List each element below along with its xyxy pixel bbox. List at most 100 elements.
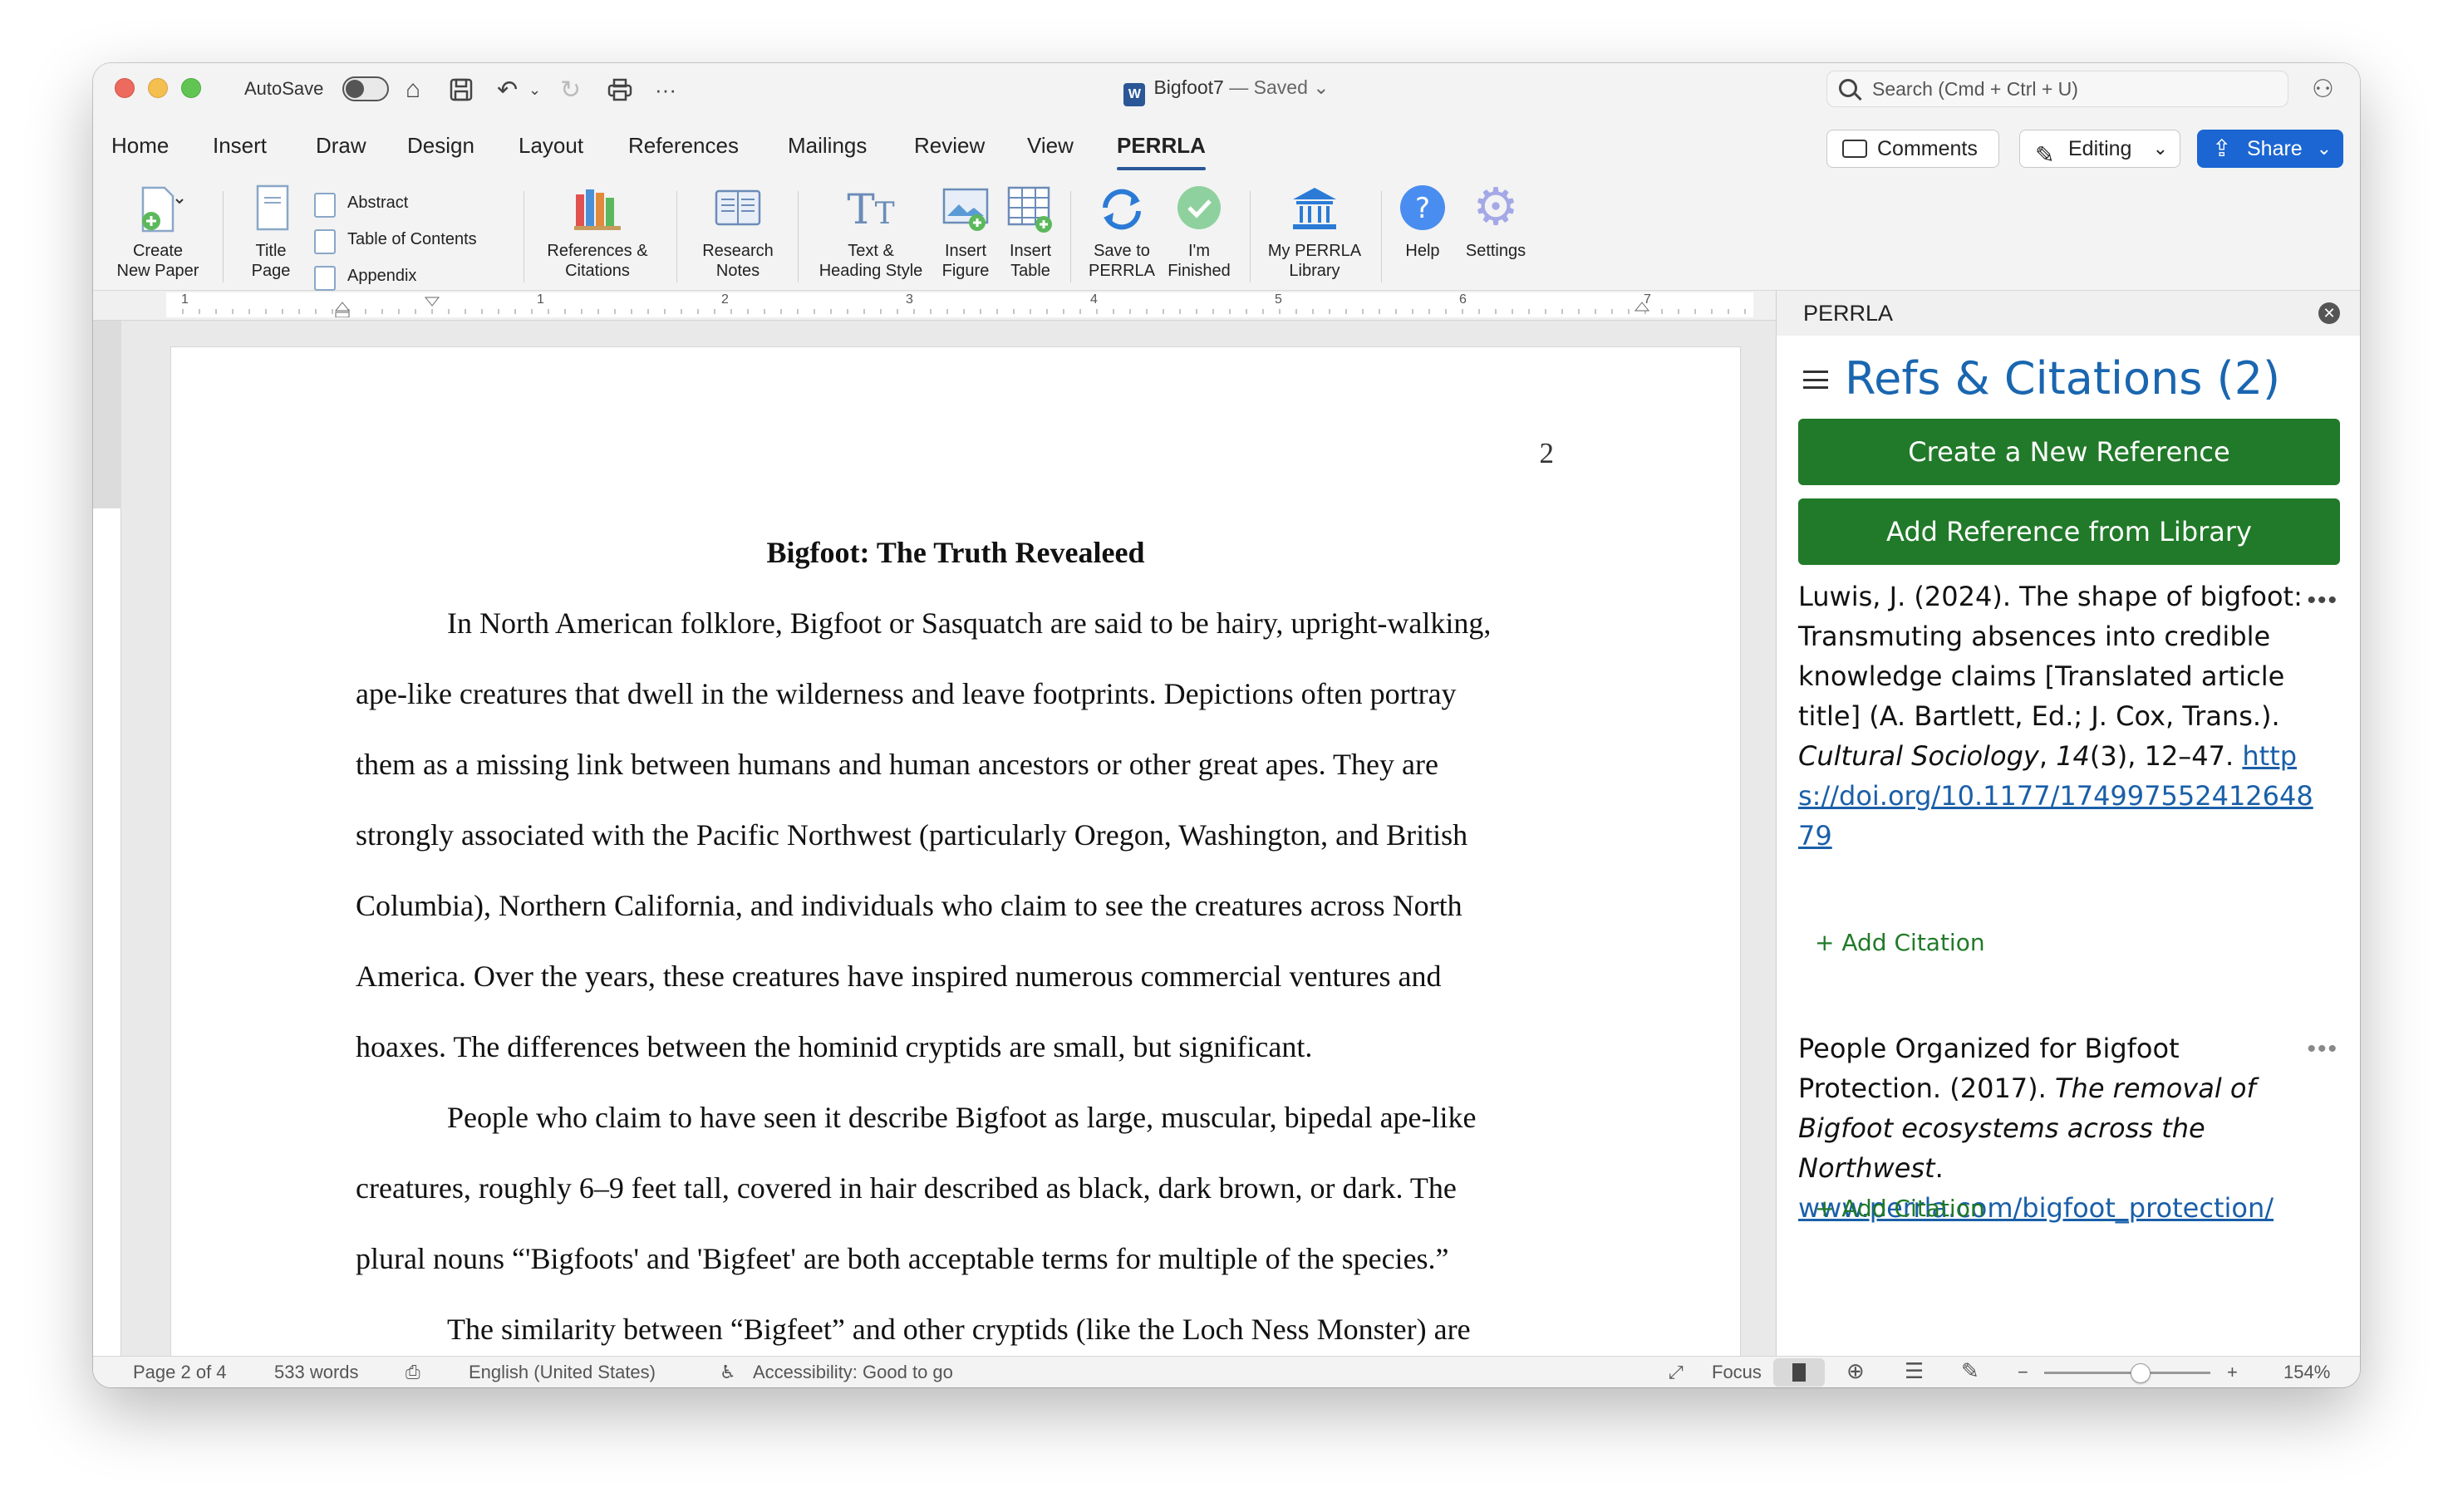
- table-of-contents-button[interactable]: Table of Contents: [312, 228, 477, 254]
- word-count[interactable]: 533 words: [274, 1362, 359, 1383]
- language-status[interactable]: English (United States): [469, 1362, 656, 1383]
- tab-references[interactable]: References: [628, 133, 739, 159]
- vertical-ruler[interactable]: [93, 321, 121, 1356]
- create-label-1: Create: [132, 242, 184, 260]
- reference-more-options-icon[interactable]: •••: [2307, 587, 2338, 615]
- document-body[interactable]: In North American folklore, Bigfoot or S…: [356, 588, 1519, 1356]
- ribbon-divider: [798, 191, 799, 282]
- reference-more-options-icon[interactable]: •••: [2307, 1035, 2338, 1063]
- create-new-paper-button[interactable]: Create New Paper: [108, 183, 208, 281]
- search-icon: [1839, 79, 1857, 97]
- im-finished-button[interactable]: I'm Finished: [1163, 183, 1235, 281]
- zoom-level[interactable]: 154%: [2283, 1362, 2330, 1383]
- focus-label[interactable]: Focus: [1712, 1362, 1762, 1383]
- account-icon[interactable]: ⚇: [2312, 75, 2334, 104]
- research-notes-button[interactable]: Research Notes: [688, 183, 788, 281]
- outline-view-icon[interactable]: ☰: [1905, 1358, 1924, 1384]
- share-button[interactable]: ⇪ Share ⌄: [2197, 130, 2343, 168]
- comments-button[interactable]: Comments: [1826, 130, 1999, 168]
- refs-label-2: Citations: [565, 262, 630, 280]
- title-bar: AutoSave ⌂ ↶ ⌄ ↻ ··· W Bigfoot7 — Saved ⌄…: [93, 63, 2360, 118]
- accessibility-status[interactable]: Accessibility: Good to go: [753, 1362, 953, 1383]
- tab-insert[interactable]: Insert: [213, 133, 267, 159]
- comment-icon: [1842, 140, 1867, 158]
- horizontal-ruler[interactable]: 1 1 2 3 4 5 6 7: [93, 291, 1776, 321]
- close-icon[interactable]: ✕: [2318, 302, 2340, 324]
- menu-tabs: Home Insert Draw Design Layout Reference…: [93, 118, 2360, 178]
- add-citation-label: Add Citation: [1841, 1195, 1985, 1222]
- abstract-button[interactable]: Abstract: [312, 191, 408, 218]
- help-button[interactable]: ? Help: [1389, 183, 1456, 261]
- web-layout-icon[interactable]: ⊕: [1846, 1358, 1865, 1384]
- share-icon: ⇪: [2212, 135, 2232, 161]
- add-citation-button[interactable]: + Add Citation: [1815, 1195, 1985, 1222]
- save-to-perrla-button[interactable]: Save to PERRLA: [1082, 183, 1162, 281]
- reference-item-1[interactable]: Luwis, J. (2024). The shape of bigfoot: …: [1798, 577, 2330, 856]
- editing-label: Editing: [2068, 137, 2132, 160]
- gear-icon: ⚙: [1472, 179, 1519, 236]
- tab-layout[interactable]: Layout: [519, 133, 583, 159]
- body-line: plural nouns “'Bigfoots' and 'Bigfeet' a…: [356, 1242, 1449, 1275]
- print-layout-view-button[interactable]: [1773, 1358, 1825, 1387]
- insert-table-button[interactable]: Insert Table: [999, 183, 1062, 281]
- ruler-number: 5: [1275, 292, 1282, 307]
- proofing-icon[interactable]: ⎙: [406, 1362, 420, 1383]
- focus-icon[interactable]: ⤢: [1669, 1362, 1684, 1383]
- tab-view[interactable]: View: [1027, 133, 1074, 159]
- appendix-button[interactable]: Appendix: [312, 264, 416, 291]
- draft-view-icon[interactable]: ✎: [1961, 1358, 1979, 1384]
- perrla-ribbon: Create New Paper Title Page Abstract Tab…: [93, 178, 2360, 291]
- reference-text: Luwis, J. (2024). The shape of bigfoot: …: [1798, 581, 2303, 732]
- accessibility-icon: ♿: [720, 1362, 736, 1382]
- reference-volume: 14: [2056, 740, 2090, 772]
- insert-figure-button[interactable]: Insert Figure: [934, 183, 997, 281]
- tab-mailings[interactable]: Mailings: [788, 133, 867, 159]
- insert-figure-label-1: Insert: [944, 242, 987, 260]
- ruler-number: 4: [1090, 292, 1098, 307]
- research-label-2: Notes: [715, 262, 760, 280]
- reference-separator: .: [1934, 1152, 1944, 1184]
- zoom-slider-knob[interactable]: [2131, 1363, 2151, 1383]
- tab-draw[interactable]: Draw: [316, 133, 366, 159]
- create-new-reference-button[interactable]: Create a New Reference: [1798, 419, 2340, 485]
- document-page[interactable]: 2 Bigfoot: The Truth Revealeed In North …: [171, 347, 1740, 1356]
- pane-title-text: Refs & Citations: [1845, 352, 2203, 405]
- insert-figure-label-2: Figure: [941, 262, 990, 280]
- library-label-1: My PERRLA: [1267, 242, 1362, 260]
- text-heading-style-button[interactable]: TT Text & Heading Style: [809, 183, 932, 281]
- title-page-label-2: Page: [251, 262, 291, 280]
- pencil-icon: ✎: [2035, 142, 2055, 168]
- save-to-label-1: Save to: [1094, 242, 1150, 260]
- zoom-slider[interactable]: [2044, 1363, 2210, 1383]
- search-placeholder: Search (Cmd + Ctrl + U): [1872, 78, 2078, 100]
- reference-issue-pages: (3), 12–47.: [2089, 740, 2234, 772]
- ruler-number: 1: [181, 292, 189, 307]
- title-chevron-down-icon[interactable]: ⌄: [1308, 76, 1329, 98]
- tab-perrla[interactable]: PERRLA: [1117, 133, 1206, 170]
- research-label-1: Research: [702, 242, 774, 260]
- zoom-in-button[interactable]: +: [2227, 1362, 2238, 1383]
- settings-button[interactable]: ⚙ Settings: [1456, 179, 1536, 261]
- settings-label: Settings: [1465, 242, 1526, 260]
- page-count[interactable]: Page 2 of 4: [133, 1362, 227, 1383]
- ribbon-divider: [223, 191, 224, 282]
- zoom-out-button[interactable]: −: [2018, 1362, 2028, 1383]
- my-perrla-library-button[interactable]: My PERRLA Library: [1261, 183, 1368, 281]
- add-citation-button[interactable]: + Add Citation: [1815, 929, 1985, 956]
- perrla-task-pane: PERRLA ✕ Refs & Citations (2) Create a N…: [1776, 291, 2360, 1356]
- tab-home[interactable]: Home: [111, 133, 169, 159]
- title-page-button[interactable]: Title Page: [236, 183, 306, 281]
- tab-design[interactable]: Design: [407, 133, 474, 159]
- word-doc-icon: W: [1123, 83, 1146, 106]
- reference-count: (2): [2216, 352, 2281, 405]
- references-citations-button[interactable]: References & Citations: [537, 183, 658, 281]
- tab-review[interactable]: Review: [914, 133, 985, 159]
- body-line: The similarity between “Bigfeet” and oth…: [447, 1313, 1471, 1346]
- word-window: AutoSave ⌂ ↶ ⌄ ↻ ··· W Bigfoot7 — Saved ⌄…: [93, 63, 2360, 1387]
- body-line: creatures, roughly 6–9 feet tall, covere…: [356, 1171, 1457, 1205]
- new-paper-icon: [131, 183, 184, 236]
- search-input[interactable]: Search (Cmd + Ctrl + U): [1826, 71, 2288, 107]
- add-reference-from-library-button[interactable]: Add Reference from Library: [1798, 498, 2340, 565]
- hamburger-menu-icon[interactable]: [1803, 371, 1828, 389]
- editing-mode-button[interactable]: ✎ Editing ⌄: [2019, 130, 2180, 168]
